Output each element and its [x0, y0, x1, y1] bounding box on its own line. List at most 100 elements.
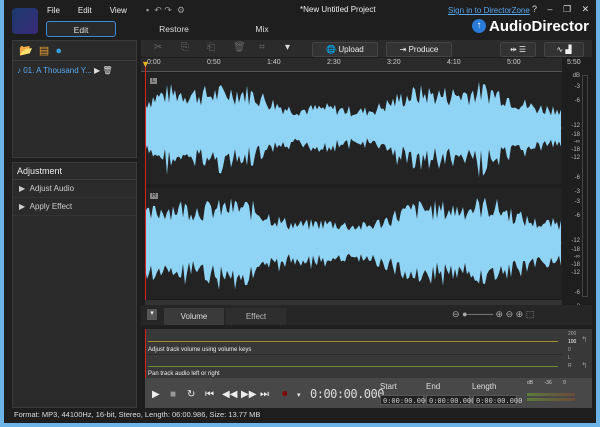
- tab-edit[interactable]: Edit: [46, 21, 116, 37]
- app-logo-icon: [12, 8, 38, 34]
- end-label: End: [426, 382, 441, 391]
- zoom-out-icon[interactable]: ⊖: [452, 309, 460, 319]
- reset-pan-icon[interactable]: ↰: [581, 361, 588, 370]
- pan-line[interactable]: [148, 366, 558, 367]
- download-icon[interactable]: ●: [55, 45, 62, 57]
- minimize-button[interactable]: –: [548, 4, 553, 14]
- tab-restore[interactable]: Restore: [139, 21, 209, 37]
- help-button[interactable]: ?: [532, 4, 537, 14]
- zoom-slider[interactable]: ●────: [462, 309, 493, 319]
- collapse-icon[interactable]: ▾: [147, 309, 157, 320]
- vzoom-in-icon[interactable]: ⊕: [516, 309, 524, 319]
- tab-mix[interactable]: Mix: [227, 21, 297, 37]
- maximize-button[interactable]: ❐: [563, 4, 571, 14]
- time-ruler[interactable]: 0:00 0:50 1:40 2:30 3:20 4:10 5:00 5:50: [141, 58, 581, 72]
- volume-hint: Adjust track volume using volume keys: [148, 347, 252, 353]
- display-mode-button[interactable]: ∿ ▟: [544, 42, 584, 57]
- db-label: -3: [574, 84, 580, 90]
- status-bar: Format: MP3, 44100Hz, 16-bit, Stereo, Le…: [14, 410, 261, 419]
- db-label: -18: [571, 147, 580, 153]
- import-project-icon[interactable]: ▤: [39, 45, 49, 57]
- ruler-tick-label: 5:50: [567, 59, 581, 66]
- upload-button[interactable]: 🌐 Upload: [312, 42, 378, 57]
- end-field[interactable]: 0:00:00.000: [426, 395, 475, 405]
- waveform-left: [145, 81, 562, 178]
- db-label: -12: [571, 238, 580, 244]
- adjust-audio-item[interactable]: ▶ Adjust Audio: [13, 180, 136, 198]
- db-label: -6: [574, 290, 580, 296]
- stop-button[interactable]: ■: [170, 389, 176, 400]
- vertical-scrollbar[interactable]: [582, 75, 588, 297]
- menu-bar: File Edit View: [47, 6, 145, 15]
- track-left[interactable]: L: [145, 73, 562, 184]
- rewind-button[interactable]: ◀◀: [222, 389, 237, 400]
- delete-icon[interactable]: 🗑: [102, 66, 112, 75]
- copy-icon[interactable]: ⎘: [181, 42, 189, 56]
- menu-file[interactable]: File: [47, 6, 60, 15]
- playhead[interactable]: [145, 62, 146, 302]
- db-label: -18: [571, 247, 580, 253]
- db-label: -18: [571, 132, 580, 138]
- channel-label: R: [150, 193, 159, 199]
- apply-effect-item[interactable]: ▶ Apply Effect: [13, 198, 136, 216]
- length-field[interactable]: 0:00:00.000: [473, 395, 522, 405]
- media-library: 📂 ▤ ● ♪ 01. A Thousand Y... ▶ 🗑: [12, 40, 137, 158]
- record-button[interactable]: ●: [281, 386, 288, 400]
- crop-icon[interactable]: ⌗: [259, 42, 265, 56]
- zoom-in-icon[interactable]: ⊕: [496, 309, 504, 319]
- zoom-controls: ⊖ ●──── ⊕ ⊖ ⊕ ⬚: [452, 309, 534, 320]
- loop-button[interactable]: ↻: [187, 389, 195, 400]
- vzoom-out-icon[interactable]: ⊖: [506, 309, 514, 319]
- sign-in-link[interactable]: Sign in to DirectorZone: [448, 6, 530, 15]
- lanes-area: Adjust track volume using volume keys Pa…: [145, 329, 592, 378]
- fit-icon[interactable]: ⬚: [526, 309, 535, 319]
- cut-icon[interactable]: ✂: [154, 42, 162, 56]
- waveform-shape: [145, 197, 561, 290]
- view-toggle-button[interactable]: ⇹ ☰: [500, 42, 536, 57]
- db-label: -∞: [573, 139, 580, 145]
- previous-button[interactable]: ⏮: [205, 389, 214, 400]
- track-right[interactable]: R: [145, 188, 562, 299]
- play-icon[interactable]: ▶: [94, 66, 100, 75]
- undo-icon[interactable]: ↶: [154, 5, 162, 15]
- app-window: File Edit View ▪ ↶ ↷ ⚙ *New Untitled Proje…: [4, 0, 596, 423]
- tab-effect[interactable]: Effect: [226, 308, 286, 325]
- gear-icon[interactable]: ⚙: [177, 5, 185, 15]
- save-icon[interactable]: ▪: [146, 5, 149, 15]
- db-label: -6: [574, 98, 580, 104]
- reset-volume-icon[interactable]: ↰: [581, 335, 588, 344]
- volume-line[interactable]: [148, 341, 558, 342]
- upload-label: Upload: [338, 45, 364, 54]
- adjustment-title: Adjustment: [13, 163, 136, 180]
- media-item[interactable]: ♪ 01. A Thousand Y... ▶ 🗑: [13, 61, 136, 80]
- play-button[interactable]: ▶: [152, 389, 160, 400]
- menu-edit[interactable]: Edit: [78, 6, 92, 15]
- brand-name: AudioDirector: [489, 18, 590, 35]
- paste-icon[interactable]: ⎗: [207, 42, 215, 56]
- length-label: Length: [472, 382, 497, 391]
- produce-button[interactable]: ⇥ Produce: [386, 42, 452, 57]
- adjust-audio-label: Adjust Audio: [29, 184, 75, 193]
- record-dropdown[interactable]: ▾: [297, 391, 301, 399]
- db-label: -18: [571, 262, 580, 268]
- volume-scale: 200 100 0 L R: [568, 331, 577, 369]
- start-field[interactable]: 0:00:00.000: [380, 395, 429, 405]
- db-label: dB: [572, 73, 580, 79]
- close-button[interactable]: ✕: [582, 4, 590, 14]
- next-button[interactable]: ⏭: [260, 389, 269, 400]
- menu-view[interactable]: View: [110, 6, 127, 15]
- redo-icon[interactable]: ↷: [164, 5, 172, 15]
- playhead-handle-icon[interactable]: ▼: [141, 59, 150, 69]
- tab-volume[interactable]: Volume: [164, 308, 224, 325]
- forward-button[interactable]: ▶▶: [241, 389, 256, 400]
- apply-effect-label: Apply Effect: [29, 202, 73, 211]
- marker-dropdown[interactable]: ▾: [285, 42, 290, 56]
- ruler-tick-label: 2:30: [327, 59, 341, 66]
- db-label: -6: [574, 213, 580, 219]
- delete-icon[interactable]: 🗑: [233, 42, 246, 56]
- level-meter-right: [527, 398, 575, 401]
- db-label: -3: [574, 189, 580, 195]
- quick-toolbar: ▪ ↶ ↷ ⚙: [146, 5, 185, 16]
- import-media-icon[interactable]: 📂: [19, 45, 33, 57]
- meter-labels: dB -36 0: [527, 380, 566, 386]
